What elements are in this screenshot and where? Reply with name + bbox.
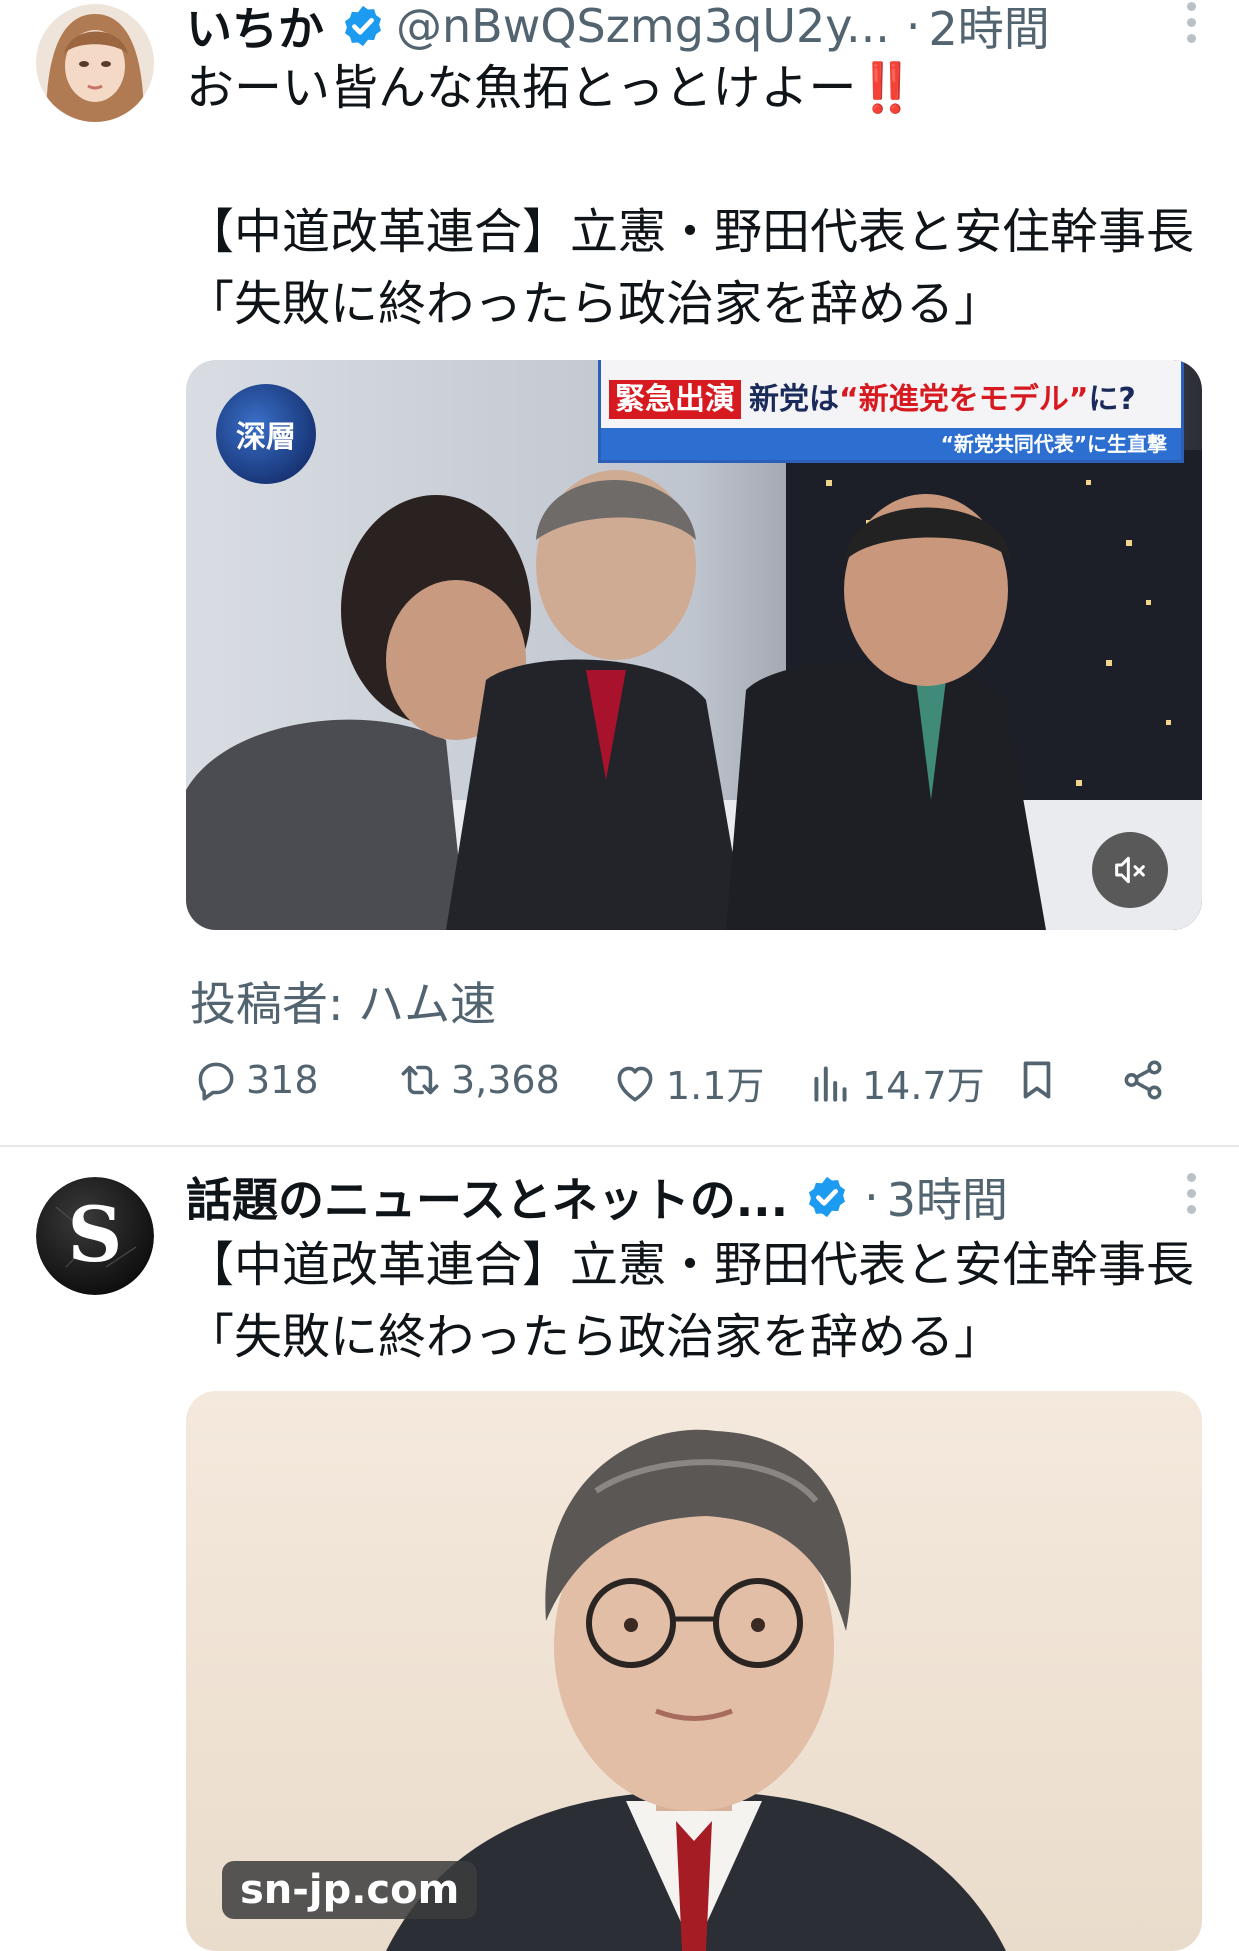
- tv-title-c: に?: [1088, 382, 1136, 417]
- site-badge: sn-jp.com: [222, 1861, 478, 1919]
- tv-logo: 深層: [216, 384, 316, 484]
- tweet-video[interactable]: 深層 緊急出演 新党は“新進党をモデル”に? “新党共同代表”に生直撃: [186, 360, 1202, 930]
- views-button[interactable]: 14.7万: [806, 1055, 985, 1110]
- tweet-text: 【中道改革連合】立憲・野田代表と安住幹事長「失敗に終わったら政治家を辞める」: [186, 1237, 1195, 1365]
- timestamp[interactable]: 2時間: [928, 0, 1049, 59]
- more-icon[interactable]: [1183, 1173, 1199, 1217]
- share-icon: [1124, 1060, 1162, 1100]
- tweet-image[interactable]: sn-jp.com: [186, 1391, 1202, 1951]
- action-bar: 318 3,368 1.1万 14.7万: [190, 1055, 1180, 1115]
- tv-title-a: 新党は: [749, 382, 839, 417]
- author-handle[interactable]: @nBwQSzmg3qU2y...: [396, 0, 890, 53]
- tv-banner: 緊急出演 新党は“新進党をモデル”に? “新党共同代表”に生直撃: [598, 360, 1184, 463]
- tv-subtitle: “新党共同代表”に生直撃: [601, 428, 1181, 460]
- tweet-2[interactable]: S 話題のニュースとネットの... · 3時間 【中道改革連合】立憲・野田代表と…: [0, 1147, 1239, 1951]
- reply-count: 318: [246, 1058, 319, 1102]
- share-button[interactable]: [1118, 1055, 1174, 1105]
- author-name[interactable]: いちか: [186, 0, 324, 59]
- svg-text:S: S: [68, 1190, 123, 1279]
- verified-badge-icon: [344, 5, 382, 47]
- bookmark-button[interactable]: [1012, 1055, 1068, 1105]
- video-credit: 投稿者: ハム速: [190, 977, 497, 1031]
- muted-speaker-icon: [1115, 856, 1145, 884]
- mute-button[interactable]: [1092, 832, 1168, 908]
- avatar[interactable]: [36, 4, 154, 122]
- like-count: 1.1万: [666, 1064, 765, 1108]
- tweet-header: いちか @nBwQSzmg3qU2y... · 2時間: [186, 0, 1199, 56]
- reply-button[interactable]: 318: [190, 1055, 319, 1105]
- bookmark-icon: [1023, 1061, 1051, 1099]
- separator-dot: ·: [864, 1170, 879, 1224]
- more-icon[interactable]: [1183, 2, 1199, 46]
- views-count: 14.7万: [862, 1064, 985, 1108]
- repost-button[interactable]: 3,368: [395, 1055, 560, 1105]
- avatar[interactable]: S: [36, 1177, 154, 1295]
- tweet-header: 話題のニュースとネットの... · 3時間: [186, 1167, 1199, 1227]
- verified-badge-icon: [809, 1176, 846, 1218]
- reply-icon: [198, 1062, 234, 1101]
- repost-count: 3,368: [451, 1058, 560, 1102]
- separator-dot: ·: [905, 0, 921, 53]
- repost-icon: [401, 1065, 439, 1095]
- timestamp[interactable]: 3時間: [887, 1164, 1008, 1230]
- like-button[interactable]: 1.1万: [610, 1055, 764, 1110]
- views-icon: [814, 1065, 847, 1102]
- tv-title-b: “新進党をモデル”: [839, 382, 1089, 417]
- tv-label: 緊急出演: [609, 380, 741, 419]
- author-name[interactable]: 話題のニュースとネットの...: [186, 1164, 788, 1230]
- tweet-text: おーい皆んな魚拓とっとけよー‼️ 【中道改革連合】立憲・野田代表と安住幹事長「失…: [186, 60, 1195, 332]
- tweet-1[interactable]: いちか @nBwQSzmg3qU2y... · 2時間 おーい皆んな魚拓とっとけ…: [0, 0, 1239, 1145]
- heart-icon: [617, 1066, 653, 1101]
